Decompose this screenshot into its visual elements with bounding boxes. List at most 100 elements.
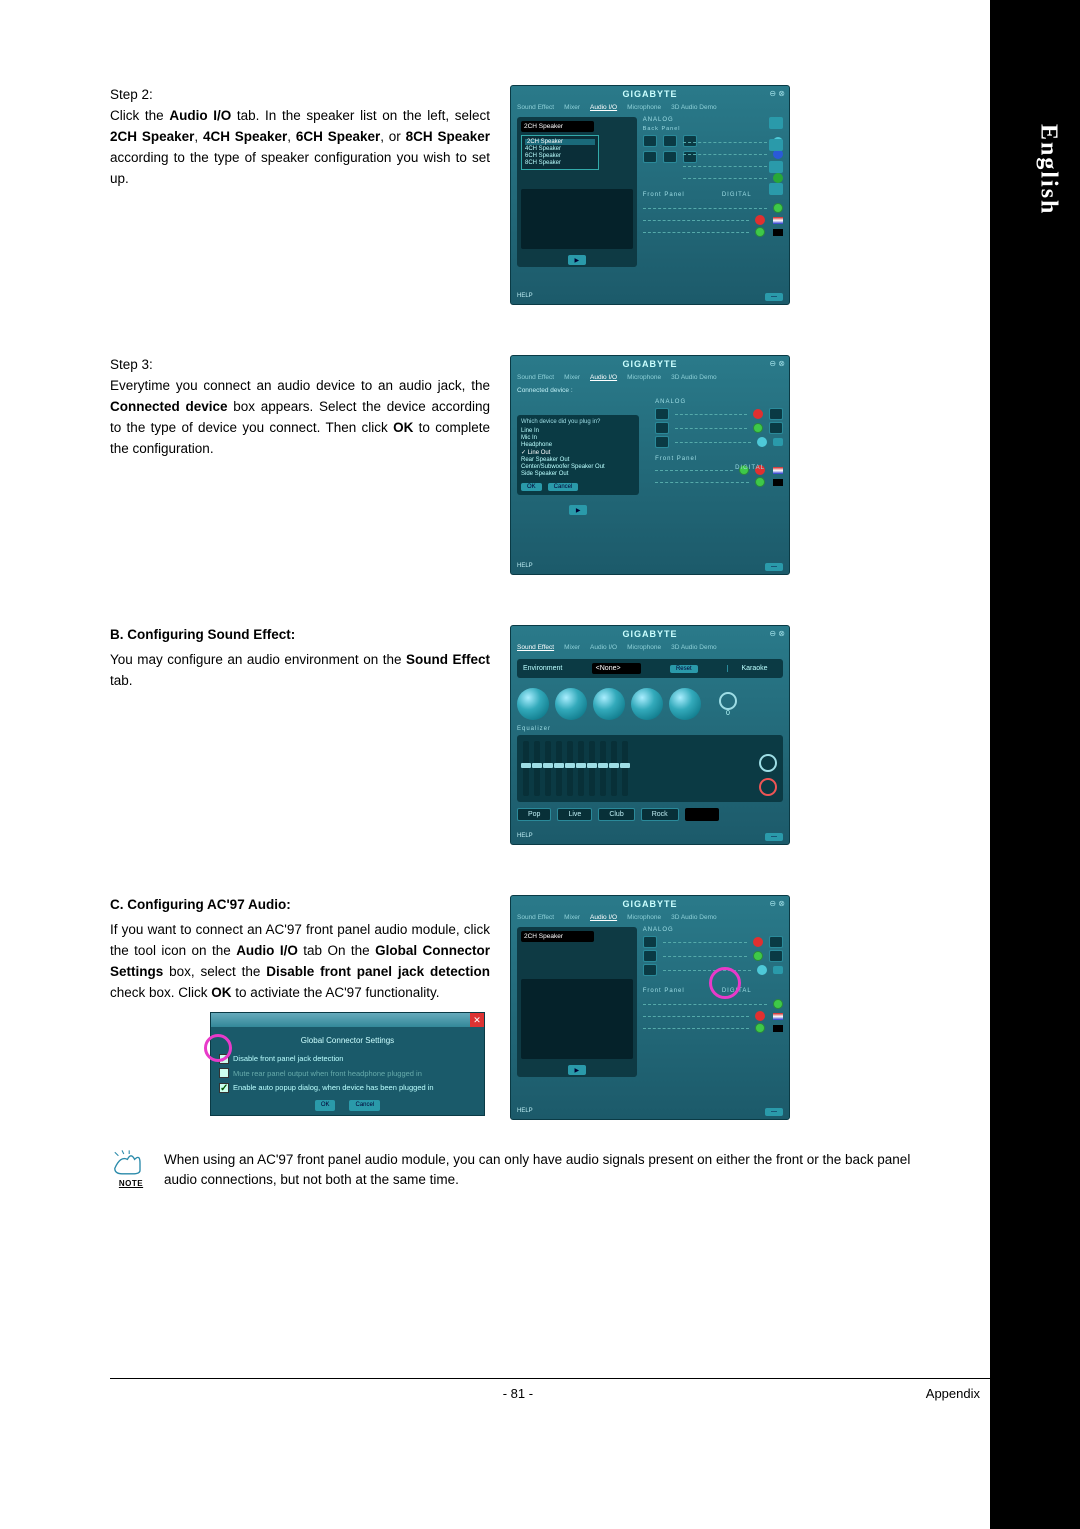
eq-slider[interactable] [622, 741, 628, 796]
eq-slider[interactable] [523, 741, 529, 796]
gcs-opt-3: Enable auto popup dialog, when device ha… [233, 1082, 434, 1094]
eq-slider[interactable] [556, 741, 562, 796]
preset-rock[interactable]: Rock [641, 808, 679, 821]
cd-opt-rear-out[interactable]: Rear Speaker Out [521, 457, 635, 463]
shot-brand: GIGABYTE [511, 86, 789, 102]
shot-tabs: Sound Effect Mixer Audio I/O Microphone … [511, 102, 789, 115]
eq-slider[interactable] [567, 741, 573, 796]
chk-mute-rear[interactable] [219, 1068, 229, 1078]
env-globe-icon[interactable] [593, 688, 625, 720]
env-globe-icon[interactable] [631, 688, 663, 720]
env-globe-icon[interactable] [517, 688, 549, 720]
speaker-dropdown-list[interactable]: 2CH Speaker 4CH Speaker 6CH Speaker 8CH … [521, 135, 599, 170]
section-c-heading: C. Configuring AC'97 Audio: [110, 895, 490, 916]
tab-microphone[interactable]: Microphone [627, 104, 661, 111]
gcs-titlebar: ✕ [211, 1013, 484, 1027]
speaker-config-panel: 2CH Speaker 2CH Speaker 4CH Speaker 6CH … [517, 117, 637, 267]
eq-power-button[interactable] [759, 754, 777, 772]
speaker-opt-6ch[interactable]: 6CH Speaker [525, 153, 595, 159]
cd-opt-line-in[interactable]: Line In [521, 428, 635, 434]
tab-audio-io[interactable]: Audio I/O [590, 104, 617, 111]
environment-dropdown[interactable]: <None> [592, 663, 641, 674]
eq-delete-button[interactable] [759, 778, 777, 796]
reset-button[interactable]: Reset [670, 665, 698, 673]
speaker-dropdown[interactable]: 2CH Speaker [521, 121, 594, 132]
port-dot[interactable] [773, 203, 783, 213]
preset-dropdown[interactable] [685, 808, 719, 821]
language-tab-label: English [1035, 124, 1062, 215]
cd-dialog-title: Which device did you plug in? [521, 419, 635, 425]
speaker-opt-2ch[interactable]: 2CH Speaker [525, 139, 595, 145]
speaker-opt-8ch[interactable]: 8CH Speaker [525, 160, 595, 166]
gcs-cancel-button[interactable]: Cancel [349, 1100, 380, 1111]
analog-label: ANALOG [643, 117, 783, 123]
preset-live[interactable]: Live [557, 808, 592, 821]
highlight-circle-tool-icon [709, 967, 741, 999]
port-dot[interactable] [755, 215, 765, 225]
tab-3d-demo[interactable]: 3D Audio Demo [671, 104, 717, 111]
screenshot-audio-io-speaker: GIGABYTE ⊖ ⊗ Sound Effect Mixer Audio I/… [510, 85, 790, 305]
page-number: - 81 - [503, 1386, 533, 1401]
karaoke-label: Karaoke [732, 665, 777, 672]
help-button[interactable]: HELP [517, 293, 533, 301]
eq-presets: Pop Live Club Rock [517, 808, 783, 821]
section-c-text: C. Configuring AC'97 Audio: If you want … [110, 895, 490, 1116]
shot-tabs: Sound Effect Mixer Audio I/O Microphone … [511, 372, 789, 385]
shot-window-controls[interactable]: ⊖ ⊗ [769, 89, 785, 98]
env-globe-icon[interactable] [669, 688, 701, 720]
step-3-text: Step 3: Everytime you connect an audio d… [110, 355, 490, 460]
cd-opt-center-sub[interactable]: Center/Subwoofer Speaker Out [521, 464, 635, 470]
eq-slider[interactable] [611, 741, 617, 796]
eq-slider[interactable] [589, 741, 595, 796]
port-dot[interactable] [755, 227, 765, 237]
section-b-text: B. Configuring Sound Effect: You may con… [110, 625, 490, 692]
speaker-dropdown[interactable]: 2CH Speaker [521, 931, 594, 942]
gcs-ok-button[interactable]: OK [315, 1100, 336, 1111]
cd-opt-mic-in[interactable]: Mic In [521, 435, 635, 441]
eq-slider[interactable] [534, 741, 540, 796]
ok-indicator[interactable]: — [765, 293, 783, 301]
language-tab: English [1016, 90, 1080, 250]
step-3-title: Step 3: [110, 355, 490, 376]
speaker-opt-4ch[interactable]: 4CH Speaker [525, 146, 595, 152]
cd-opt-line-out[interactable]: ✓ Line Out [521, 449, 635, 456]
spdif-icon [773, 229, 783, 236]
gcs-dialog: ✕ Global Connector Settings Disable fron… [210, 1012, 485, 1117]
step-2-title: Step 2: [110, 85, 490, 106]
speaker-room-illustration [521, 979, 633, 1059]
play-button[interactable] [568, 1065, 586, 1075]
gcs-opt-1: Disable front panel jack detection [233, 1053, 343, 1065]
cd-opt-headphone[interactable]: Headphone [521, 442, 635, 448]
cd-device-list: Line In Mic In Headphone ✓ Line Out Rear… [521, 428, 635, 477]
close-icon[interactable]: ✕ [470, 1013, 484, 1027]
note-text: When using an AC'97 front panel audio mo… [164, 1150, 920, 1191]
tab-sound-effect[interactable]: Sound Effect [517, 644, 554, 651]
cd-cancel-button[interactable]: Cancel [548, 483, 579, 491]
eq-slider[interactable] [545, 741, 551, 796]
cd-ok-button[interactable]: OK [521, 483, 542, 491]
connected-device-dialog: Which device did you plug in? Line In Mi… [517, 415, 639, 495]
chk-auto-popup[interactable] [219, 1083, 229, 1093]
page-footer: - 81 - Appendix [110, 1386, 980, 1401]
speaker-room-illustration [521, 189, 633, 249]
eq-slider[interactable] [600, 741, 606, 796]
preset-club[interactable]: Club [598, 808, 634, 821]
environment-globes[interactable] [517, 688, 701, 720]
eq-slider[interactable] [578, 741, 584, 796]
section-b: B. Configuring Sound Effect: You may con… [110, 625, 920, 845]
karaoke-value: 0 [705, 710, 751, 717]
screenshot-connected-device: GIGABYTE ⊖ ⊗ Sound Effect Mixer Audio I/… [510, 355, 790, 575]
cd-opt-side-out[interactable]: Side Speaker Out [521, 471, 635, 477]
karaoke-knob[interactable] [719, 692, 737, 710]
play-button[interactable] [568, 255, 586, 265]
section-b-heading: B. Configuring Sound Effect: [110, 625, 490, 646]
environment-label: Environment [523, 665, 562, 672]
tab-mixer[interactable]: Mixer [564, 104, 580, 111]
shot-window-controls[interactable]: ⊖ ⊗ [769, 359, 785, 368]
tab-sound-effect[interactable]: Sound Effect [517, 104, 554, 111]
gcs-opt-2: Mute rear panel output when front headph… [233, 1068, 422, 1080]
play-button[interactable] [569, 505, 587, 515]
screenshot-sound-effect: GIGABYTE ⊖ ⊗ Sound Effect Mixer Audio I/… [510, 625, 790, 845]
preset-pop[interactable]: Pop [517, 808, 551, 821]
env-globe-icon[interactable] [555, 688, 587, 720]
